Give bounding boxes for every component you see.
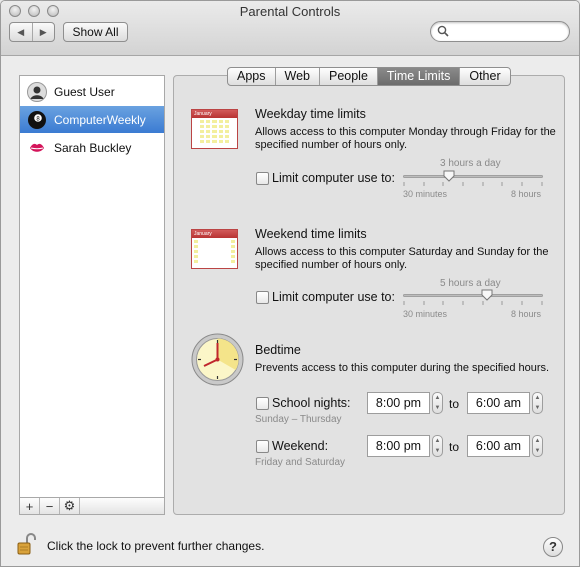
- search-icon: [437, 25, 449, 37]
- tab-apps[interactable]: Apps: [228, 68, 275, 85]
- person-silhouette-icon: [27, 81, 47, 102]
- weekend-calendar-icon: January: [191, 229, 238, 269]
- to-label: to: [449, 440, 460, 454]
- weekday-limit-checkbox[interactable]: [256, 172, 269, 185]
- weekday-calendar-icon: January: [191, 109, 238, 149]
- weekday-slider-track[interactable]: [403, 175, 543, 178]
- weekend-min-label: 30 minutes: [403, 309, 448, 319]
- calendar-grid: [192, 238, 237, 265]
- user-name: Sarah Buckley: [54, 140, 132, 155]
- school-nights-end-time[interactable]: 6:00 am: [467, 392, 530, 414]
- school-nights-label: School nights:: [272, 396, 351, 410]
- weekday-description: Allows access to this computer Monday th…: [255, 126, 556, 151]
- eight-ball-icon: 8: [27, 110, 47, 130]
- school-nights-start-stepper[interactable]: ▲ ▼: [432, 392, 443, 414]
- show-all-button[interactable]: Show All: [63, 22, 128, 42]
- weekend-slider-track[interactable]: [403, 294, 543, 297]
- weekend-end-time[interactable]: 6:00 am: [467, 435, 530, 457]
- to-label: to: [449, 397, 460, 411]
- clock-icon: [191, 333, 244, 386]
- school-nights-end-stepper[interactable]: ▲ ▼: [532, 392, 543, 414]
- lock-message: Click the lock to prevent further change…: [47, 539, 265, 553]
- tab-time-limits[interactable]: Time Limits: [376, 68, 460, 85]
- weekday-slider-thumb[interactable]: [443, 170, 455, 182]
- school-nights-start-time[interactable]: 8:00 pm: [367, 392, 430, 414]
- weekend-end-stepper[interactable]: ▲ ▼: [532, 435, 543, 457]
- weekend-limit-checkbox[interactable]: [256, 291, 269, 304]
- sidebar-button-bar: + − ⚙: [19, 497, 165, 515]
- gear-icon[interactable]: ⚙: [60, 498, 80, 514]
- school-nights-days: Sunday – Thursday: [255, 414, 342, 425]
- forward-button[interactable]: ▶: [31, 23, 55, 41]
- weekend-bedtime-days: Friday and Saturday: [255, 457, 346, 468]
- user-item-guest[interactable]: Guest User: [20, 78, 164, 105]
- weekend-title: Weekend time limits: [255, 227, 367, 241]
- user-name: ComputerWeekly: [54, 112, 146, 127]
- weekday-max-label: 8 hours: [511, 189, 542, 199]
- weekend-slider-thumb[interactable]: [481, 289, 493, 301]
- tab-other[interactable]: Other: [459, 68, 509, 85]
- lips-icon: [27, 138, 47, 158]
- remove-user-button[interactable]: −: [40, 498, 60, 514]
- window-title: Parental Controls: [239, 4, 341, 19]
- weekday-limit-label: Limit computer use to:: [272, 171, 395, 185]
- weekend-start-stepper[interactable]: ▲ ▼: [432, 435, 443, 457]
- add-user-button[interactable]: +: [20, 498, 40, 514]
- weekend-slider-ticks: [403, 301, 543, 305]
- weekend-bedtime-label: Weekend:: [272, 439, 329, 453]
- tab-people[interactable]: People: [318, 68, 377, 85]
- weekend-bedtime-checkbox[interactable]: [256, 440, 269, 453]
- tab-bar: Apps Web People Time Limits Other: [227, 67, 511, 86]
- title-bar: Parental Controls ◀ ▶ Show All: [1, 1, 579, 56]
- tab-web[interactable]: Web: [274, 68, 319, 85]
- calendar-grid: [192, 118, 237, 145]
- back-button[interactable]: ◀: [10, 23, 32, 41]
- help-button[interactable]: ?: [543, 537, 563, 557]
- weekend-max-label: 8 hours: [511, 309, 542, 319]
- weekend-start-time[interactable]: 8:00 pm: [367, 435, 430, 457]
- user-item-sarah[interactable]: Sarah Buckley: [20, 134, 164, 161]
- lock-icon[interactable]: [17, 533, 37, 555]
- bedtime-description: Prevents access to this computer during …: [255, 362, 550, 374]
- nav-back-forward: ◀ ▶: [9, 22, 55, 42]
- search-field[interactable]: [430, 21, 570, 42]
- weekend-value-label: 5 hours a day: [440, 278, 501, 289]
- user-name: Guest User: [54, 84, 115, 99]
- weekday-value-label: 3 hours a day: [440, 158, 501, 169]
- user-list: Guest User 8 ComputerWeekly Sarah Buckle…: [19, 75, 165, 515]
- preferences-window: Parental Controls ◀ ▶ Show All Guest Use…: [0, 0, 580, 567]
- user-item-computerweekly[interactable]: 8 ComputerWeekly: [20, 106, 164, 133]
- weekday-title: Weekday time limits: [255, 107, 366, 121]
- weekday-slider-ticks: [403, 182, 543, 186]
- bedtime-title: Bedtime: [255, 343, 301, 357]
- weekday-min-label: 30 minutes: [403, 189, 448, 199]
- school-nights-checkbox[interactable]: [256, 397, 269, 410]
- weekend-description: Allows access to this computer Saturday …: [255, 246, 549, 271]
- weekend-limit-label: Limit computer use to:: [272, 290, 395, 304]
